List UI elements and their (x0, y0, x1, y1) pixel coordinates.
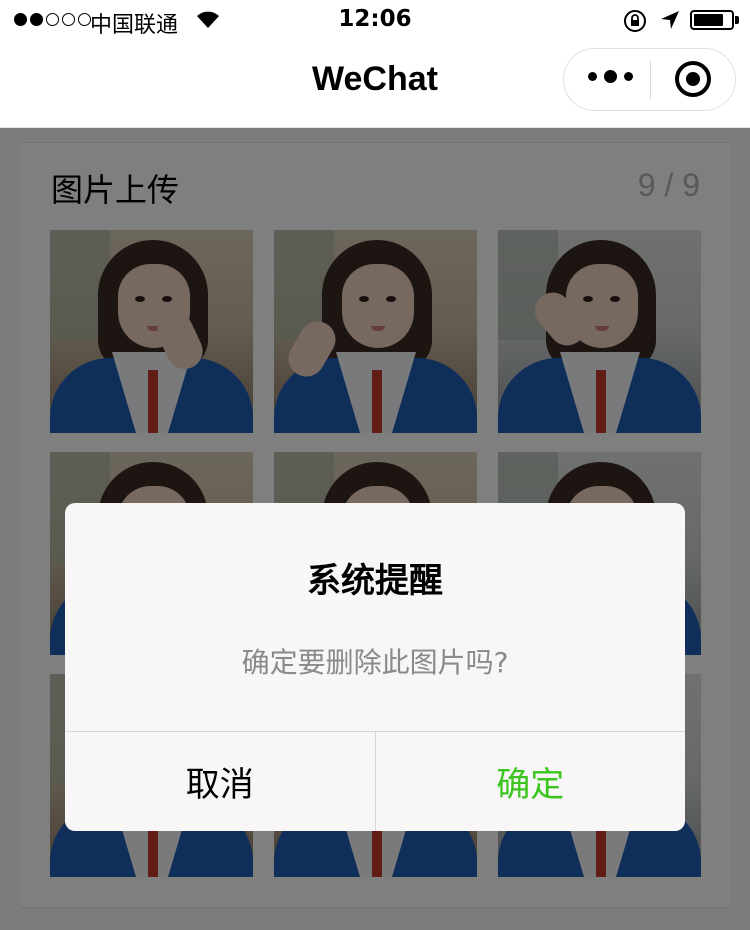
confirm-button[interactable]: 确定 (376, 732, 686, 831)
status-bar: 中国联通 12:06 (0, 0, 750, 40)
battery-icon (690, 10, 734, 30)
capsule-menu (563, 48, 736, 111)
capsule-divider (650, 61, 651, 99)
more-options-icon[interactable] (588, 70, 633, 83)
dialog-footer: 取消 确定 (65, 731, 685, 831)
close-miniprogram-icon[interactable] (675, 61, 711, 97)
confirm-dialog: 系统提醒 确定要删除此图片吗? 取消 确定 (65, 503, 685, 831)
cancel-button[interactable]: 取消 (65, 732, 376, 831)
rotation-lock-icon (624, 10, 646, 32)
battery-tip (735, 16, 739, 24)
dialog-title: 系统提醒 (307, 561, 443, 601)
navigation-bar: WeChat (0, 40, 750, 128)
dialog-message: 确定要删除此图片吗? (241, 646, 509, 679)
location-arrow-icon (661, 11, 679, 29)
